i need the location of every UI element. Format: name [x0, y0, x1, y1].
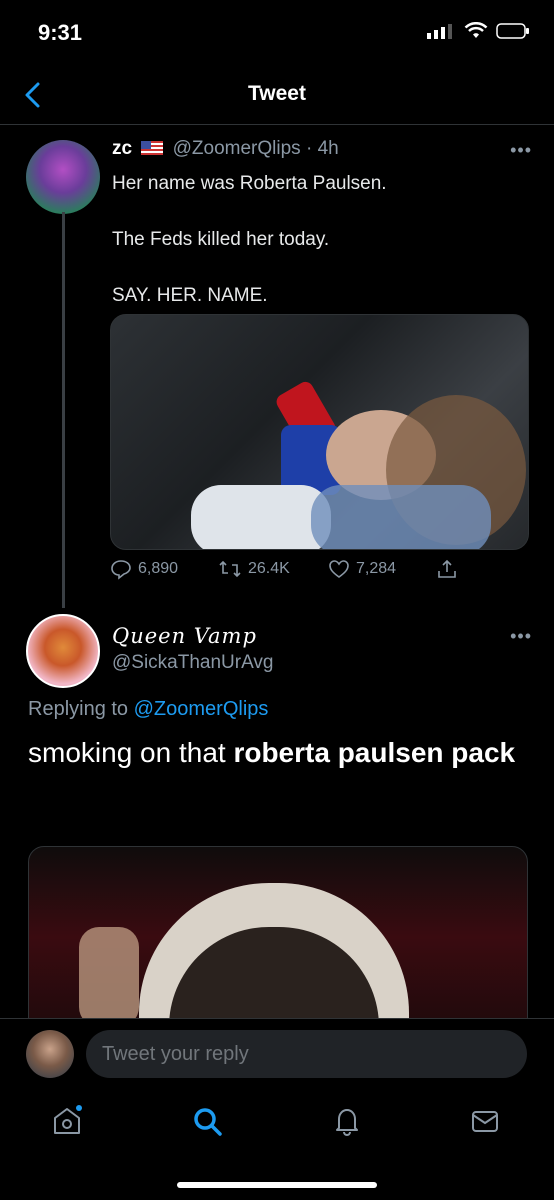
- home-icon[interactable]: [50, 1104, 84, 1138]
- wifi-icon: [464, 22, 488, 38]
- like-count: 7,284: [356, 560, 397, 577]
- more-options-icon[interactable]: •••: [510, 140, 532, 161]
- author-name[interactable]: zc: [112, 138, 132, 159]
- replying-prefix: Replying to: [28, 698, 129, 720]
- tweet-text: Her name was Roberta Paulsen. The Feds k…: [112, 170, 387, 338]
- top-nav-bar: Tweet: [0, 70, 554, 125]
- author-handle[interactable]: @ZoomerQlips: [173, 138, 301, 159]
- more-options-icon[interactable]: •••: [510, 626, 532, 647]
- reply-icon: [111, 560, 131, 580]
- reply-count: 6,890: [138, 560, 179, 577]
- reply-text-bold: roberta paulsen pack: [233, 737, 516, 768]
- reply-text-normal: smoking on that: [28, 737, 234, 768]
- cellular-signal-icon: [427, 24, 452, 39]
- tweet-action-bar: 6,890 26.4K 7,284: [110, 558, 530, 588]
- status-bar: 9:31: [0, 0, 554, 70]
- home-indicator: [177, 1182, 377, 1188]
- share-icon: [438, 559, 456, 578]
- reply-author-handle[interactable]: @SickaThanUrAvg: [112, 652, 274, 674]
- retweet-action[interactable]: 26.4K: [218, 558, 290, 580]
- retweet-icon: [219, 560, 241, 578]
- like-action[interactable]: 7,284: [328, 558, 396, 580]
- thread-line: [62, 212, 65, 608]
- avatar[interactable]: [26, 140, 100, 214]
- tweet-line: Her name was Roberta Paulsen.: [112, 173, 387, 194]
- avatar[interactable]: [26, 1030, 74, 1078]
- notifications-bell-icon[interactable]: [330, 1104, 364, 1138]
- heart-icon: [329, 560, 349, 578]
- tweet-author-row: zc @ZoomerQlips · 4h: [112, 138, 339, 160]
- replying-to-line: Replying to @ZoomerQlips: [28, 698, 268, 721]
- retweet-count: 26.4K: [248, 560, 290, 577]
- reply-action[interactable]: 6,890: [110, 558, 178, 580]
- status-time: 9:31: [38, 20, 83, 45]
- tweet-line: The Feds killed her today.: [112, 229, 330, 250]
- page-title: Tweet: [248, 82, 306, 105]
- replying-to-link[interactable]: @ZoomerQlips: [134, 698, 269, 720]
- tweet-line: SAY. HER. NAME.: [112, 285, 268, 306]
- reply-input[interactable]: Tweet your reply: [86, 1030, 527, 1078]
- messages-mail-icon[interactable]: [468, 1104, 502, 1138]
- avatar[interactable]: [26, 614, 100, 688]
- reply-author-name[interactable]: Queen Vamp: [112, 624, 257, 648]
- tweet-age: 4h: [317, 138, 339, 159]
- status-icons: [426, 22, 530, 40]
- share-action[interactable]: [436, 558, 458, 580]
- battery-icon: [496, 23, 529, 39]
- us-flag-icon: [141, 141, 164, 155]
- search-icon[interactable]: [190, 1104, 224, 1138]
- reply-text: smoking on that roberta paulsen pack: [28, 732, 518, 774]
- separator-dot: ·: [305, 138, 313, 159]
- tweet-media[interactable]: [110, 314, 529, 550]
